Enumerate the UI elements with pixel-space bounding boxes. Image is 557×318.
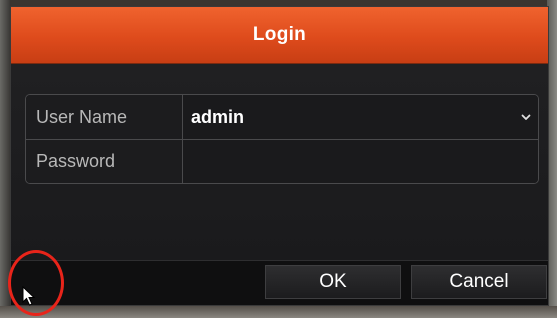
password-row: Password bbox=[26, 139, 538, 183]
username-select[interactable]: admin bbox=[183, 95, 538, 139]
background-bottom-edge bbox=[0, 306, 557, 318]
password-label: Password bbox=[26, 140, 183, 183]
password-field[interactable] bbox=[183, 140, 538, 183]
dialog-body: User Name admin Password bbox=[11, 64, 548, 264]
username-value: admin bbox=[191, 106, 245, 127]
chevron-down-icon[interactable] bbox=[520, 111, 532, 123]
mouse-cursor-icon bbox=[22, 286, 36, 306]
username-row: User Name admin bbox=[26, 95, 538, 139]
red-circle-annotation bbox=[8, 250, 64, 316]
ok-button[interactable]: OK bbox=[265, 265, 401, 299]
dialog-title: Login bbox=[252, 24, 307, 45]
cancel-button[interactable]: Cancel bbox=[411, 265, 547, 299]
screen: Login User Name admin Password OK Cancel bbox=[0, 0, 557, 318]
login-form: User Name admin Password bbox=[25, 94, 539, 184]
dialog-title-bar: Login bbox=[11, 7, 548, 64]
background-left-edge bbox=[0, 0, 10, 318]
dialog-footer: OK Cancel bbox=[11, 260, 548, 305]
username-label: User Name bbox=[26, 95, 183, 139]
login-dialog: Login User Name admin Password OK Cancel bbox=[10, 6, 549, 306]
